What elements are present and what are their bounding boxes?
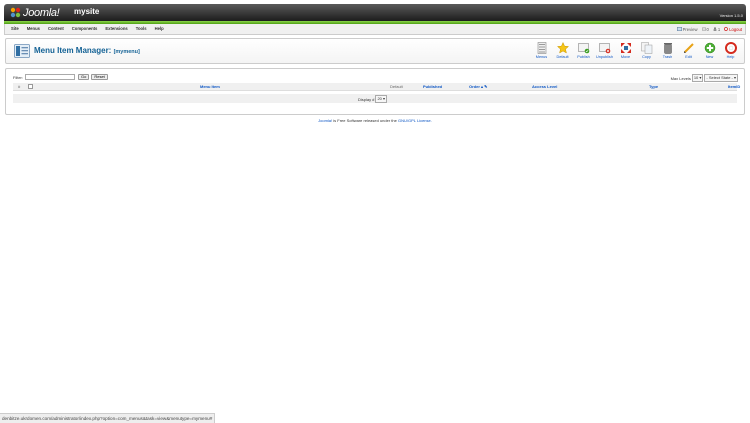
sort-arrow-icon: ▴	[481, 84, 484, 89]
messages-icon	[701, 27, 706, 31]
filter-input[interactable]	[25, 74, 75, 80]
max-levels-select[interactable]: 10 ▾	[691, 74, 704, 82]
new-button[interactable]: New	[699, 42, 720, 61]
star-icon	[556, 42, 569, 54]
trash-button[interactable]: Trash	[657, 42, 678, 61]
menu-manager-icon	[14, 44, 30, 58]
unpublish-icon	[598, 43, 610, 54]
col-header-order[interactable]: Order ▴ ✎	[469, 84, 488, 89]
menu-item-site[interactable]: Site	[7, 24, 23, 34]
users-icon	[713, 27, 717, 31]
edit-button[interactable]: Edit	[678, 42, 699, 61]
messages-link[interactable]: 0	[701, 26, 709, 32]
trash-icon	[663, 43, 672, 54]
reset-button[interactable]: Reset	[91, 74, 108, 80]
menu-item-tools[interactable]: Tools	[132, 24, 151, 34]
page-title-text: Menu Item Manager:	[34, 46, 112, 55]
filter-row: Filter: Go Reset	[13, 74, 110, 80]
state-select[interactable]: - Select State - ▾	[704, 74, 738, 82]
display-limit-select[interactable]: 20 ▾	[375, 95, 388, 103]
logout-label: Logout	[729, 26, 742, 32]
menu-item-help[interactable]: Help	[151, 24, 168, 34]
toolbar-box: Menu Item Manager: [mymenu] Menus Defaul…	[5, 38, 745, 64]
unpublish-button[interactable]: Unpublish	[594, 42, 615, 61]
go-button[interactable]: Go	[78, 74, 90, 80]
pagination-display: Display # 20 ▾	[358, 95, 388, 103]
logout-icon	[724, 27, 729, 31]
page-subtitle: [mymenu]	[113, 49, 140, 55]
edit-button-label: Edit	[685, 55, 692, 59]
help-icon	[724, 42, 737, 54]
col-header-menu-item[interactable]: Menu Item	[200, 84, 220, 89]
state-select-value: - Select State -	[706, 75, 733, 80]
trash-button-label: Trash	[662, 55, 673, 59]
col-header-type[interactable]: Type	[649, 84, 658, 89]
header-bar: Joomla! mysite Version 1.5.0	[4, 4, 746, 21]
col-header-order-label: Order	[469, 84, 480, 89]
footer-text: is Free Software released under the	[333, 118, 397, 123]
col-header-num: #	[18, 84, 21, 89]
display-label: Display #	[358, 96, 375, 102]
move-button[interactable]: Move	[615, 42, 636, 61]
new-button-label: New	[705, 55, 714, 59]
copy-icon	[640, 42, 652, 54]
col-header-access[interactable]: Access Level	[532, 84, 557, 89]
save-order-icon[interactable]: ✎	[484, 84, 487, 89]
filter-label: Filter:	[13, 74, 23, 80]
copy-button[interactable]: Copy	[636, 42, 657, 61]
users-link[interactable]: 1	[713, 27, 720, 32]
status-area: Preview 0 1 Logout	[673, 24, 742, 34]
default-button-label: Default	[556, 55, 569, 59]
col-header-default: Default	[390, 84, 403, 89]
publish-icon	[577, 43, 589, 54]
menu-item-components[interactable]: Components	[68, 24, 102, 34]
col-header-published[interactable]: Published	[423, 84, 442, 89]
joomla-logo-icon	[10, 7, 21, 18]
main-menu: Site Menus Content Components Extensions…	[7, 24, 168, 34]
col-header-itemid[interactable]: ItemID	[728, 84, 740, 89]
users-count: 1	[717, 26, 721, 32]
joomla-logo-text: Joomla!	[23, 7, 60, 19]
edit-icon	[683, 43, 694, 53]
move-icon	[620, 43, 631, 53]
display-limit-value: 20	[377, 96, 382, 101]
menus-icon	[537, 42, 546, 54]
new-icon	[704, 42, 715, 54]
version-label: Version 1.5.0	[719, 13, 743, 18]
menus-button[interactable]: Menus	[531, 42, 552, 61]
table-footer: Display # 20 ▾	[13, 94, 737, 103]
page-title: Menu Item Manager: [mymenu]	[34, 46, 140, 55]
menus-button-label: Menus	[535, 55, 548, 59]
filter-selects: Max Levels 10 ▾ - Select State - ▾	[671, 74, 738, 82]
unpublish-button-label: Unpublish	[596, 55, 613, 59]
license-link[interactable]: GNU/GPL License.	[398, 118, 432, 123]
publish-button-label: Publish	[577, 55, 590, 59]
max-levels-label: Max Levels	[670, 75, 691, 81]
joomla-link[interactable]: Joomla!	[318, 118, 332, 123]
help-button-label: Help	[726, 55, 735, 59]
site-name: mysite	[74, 7, 100, 16]
content-box: Filter: Go Reset Max Levels 10 ▾ - Selec…	[5, 68, 745, 115]
menu-item-extensions[interactable]: Extensions	[101, 24, 131, 34]
footer: Joomla! is Free Software released under …	[0, 118, 750, 123]
copy-button-label: Copy	[642, 55, 651, 59]
toolbar: Menus Default Publish Unpublish Move Cop…	[531, 42, 741, 61]
table-header: # Menu Item Default Published Order ▴ ✎ …	[13, 83, 740, 91]
preview-icon	[676, 27, 682, 31]
move-button-label: Move	[620, 55, 631, 59]
select-all-checkbox[interactable]	[28, 84, 33, 89]
messages-count: 0	[706, 26, 709, 32]
menu-item-menus[interactable]: Menus	[23, 24, 44, 34]
preview-label: Preview	[682, 26, 698, 32]
logout-link[interactable]: Logout	[724, 27, 742, 32]
preview-link[interactable]: Preview	[676, 26, 698, 32]
menu-bar: Site Menus Content Components Extensions…	[4, 24, 746, 35]
menu-item-content[interactable]: Content	[44, 24, 68, 34]
publish-button[interactable]: Publish	[573, 42, 594, 61]
default-button[interactable]: Default	[552, 42, 573, 61]
help-button[interactable]: Help	[720, 42, 741, 61]
max-levels-value: 10	[693, 75, 699, 80]
